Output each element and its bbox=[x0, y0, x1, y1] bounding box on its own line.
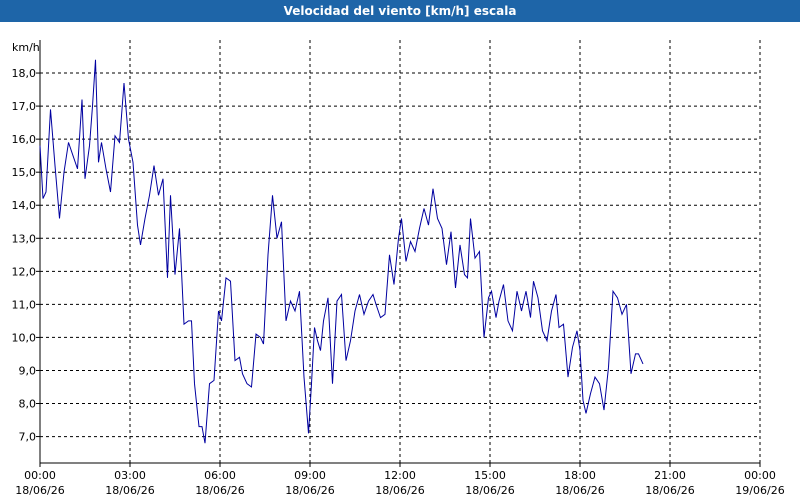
y-tick-label: 11,0 bbox=[12, 298, 37, 311]
x-tick-date-label: 19/06/26 bbox=[735, 484, 784, 497]
y-tick-label: 10,0 bbox=[12, 331, 37, 344]
y-tick-label: 9,0 bbox=[19, 364, 37, 377]
x-tick-time-label: 15:00 bbox=[474, 469, 506, 482]
x-tick-labels: 00:00 18/06/26 03:00 18/06/26 06:00 18/06/26 0… bbox=[15, 469, 784, 497]
grid-layer bbox=[36, 40, 761, 467]
x-tick-time-label: 12:00 bbox=[384, 469, 416, 482]
y-tick-label: 13,0 bbox=[12, 232, 37, 245]
y-tick-label: 7,0 bbox=[19, 431, 37, 444]
x-tick-date-label: 18/06/26 bbox=[375, 484, 424, 497]
y-tick-label: 17,0 bbox=[12, 100, 37, 113]
x-tick-time-label: 00:00 bbox=[744, 469, 776, 482]
x-tick-time-label: 03:00 bbox=[114, 469, 146, 482]
y-tick-label: 14,0 bbox=[12, 199, 37, 212]
x-tick-time-label: 00:00 bbox=[24, 469, 56, 482]
x-tick-date-label: 18/06/26 bbox=[285, 484, 334, 497]
x-tick-date-label: 18/06/26 bbox=[465, 484, 514, 497]
x-tick-date-label: 18/06/26 bbox=[645, 484, 694, 497]
y-tick-labels: 7,0 8,0 9,0 10,0 11,0 12,0 13,0 14,0 15,0 16,0 17,… bbox=[12, 67, 37, 444]
y-tick-label: 12,0 bbox=[12, 265, 37, 278]
x-tick-time-label: 06:00 bbox=[204, 469, 236, 482]
x-tick-date-label: 18/06/26 bbox=[195, 484, 244, 497]
x-tick-time-label: 09:00 bbox=[294, 469, 326, 482]
x-tick-time-label: 21:00 bbox=[654, 469, 686, 482]
y-tick-label: 8,0 bbox=[19, 398, 37, 411]
x-tick-date-label: 18/06/26 bbox=[15, 484, 64, 497]
y-tick-label: 15,0 bbox=[12, 166, 37, 179]
x-tick-date-label: 18/06/26 bbox=[555, 484, 604, 497]
wind-speed-chart: km/h 7,0 8,0 9,0 10,0 11,0 12,0 13,0 14,0 15,0 16… bbox=[12, 40, 785, 497]
x-tick-date-label: 18/06/26 bbox=[105, 484, 154, 497]
y-axis-unit-label: km/h bbox=[12, 41, 40, 54]
x-tick-time-label: 18:00 bbox=[564, 469, 596, 482]
y-tick-label: 16,0 bbox=[12, 133, 37, 146]
y-tick-label: 18,0 bbox=[12, 67, 37, 80]
